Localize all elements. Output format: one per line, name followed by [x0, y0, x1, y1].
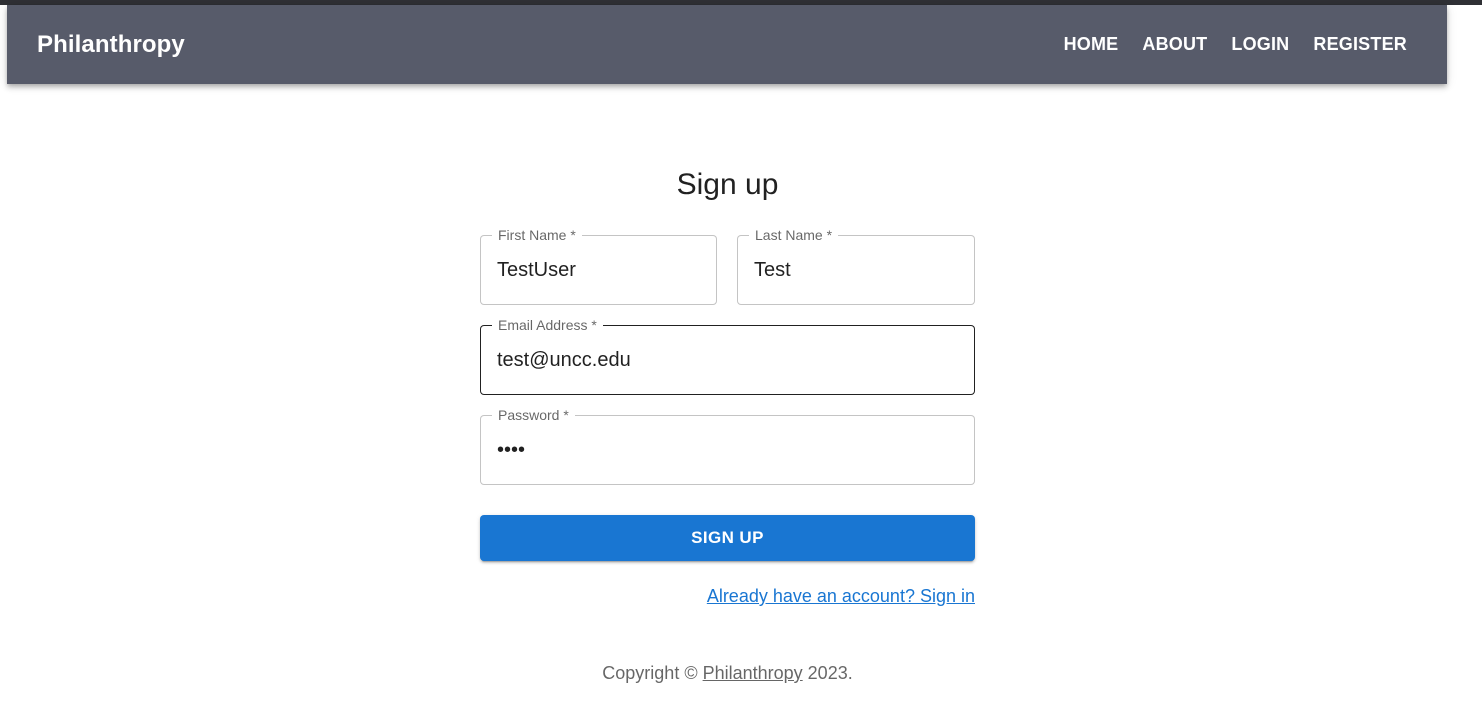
app-bar: Philanthropy HOME ABOUT LOGIN REGISTER [7, 5, 1447, 84]
email-input[interactable] [497, 326, 958, 394]
password-input[interactable] [497, 416, 958, 484]
copyright-suffix: 2023. [802, 663, 853, 683]
last-name-input[interactable] [754, 236, 958, 304]
sign-up-button[interactable]: SIGN UP [480, 515, 975, 561]
nav-home[interactable]: HOME [1064, 34, 1119, 55]
footer-copyright: Copyright © Philanthropy 2023. [480, 663, 975, 684]
first-name-input[interactable] [497, 236, 700, 304]
nav-login[interactable]: LOGIN [1231, 34, 1289, 55]
page-title: Sign up [676, 168, 779, 201]
main-nav: HOME ABOUT LOGIN REGISTER [1064, 34, 1407, 55]
first-name-field[interactable]: First Name * [480, 227, 717, 305]
copyright-prefix: Copyright © [602, 663, 703, 683]
sign-in-link[interactable]: Already have an account? Sign in [707, 586, 975, 607]
brand-logo[interactable]: Philanthropy [37, 31, 185, 59]
nav-about[interactable]: ABOUT [1142, 34, 1207, 55]
footer-brand-link[interactable]: Philanthropy [703, 663, 803, 683]
password-field[interactable]: Password * [480, 407, 975, 485]
nav-register[interactable]: REGISTER [1313, 34, 1407, 55]
email-field[interactable]: Email Address * [480, 317, 975, 395]
last-name-field[interactable]: Last Name * [737, 227, 975, 305]
